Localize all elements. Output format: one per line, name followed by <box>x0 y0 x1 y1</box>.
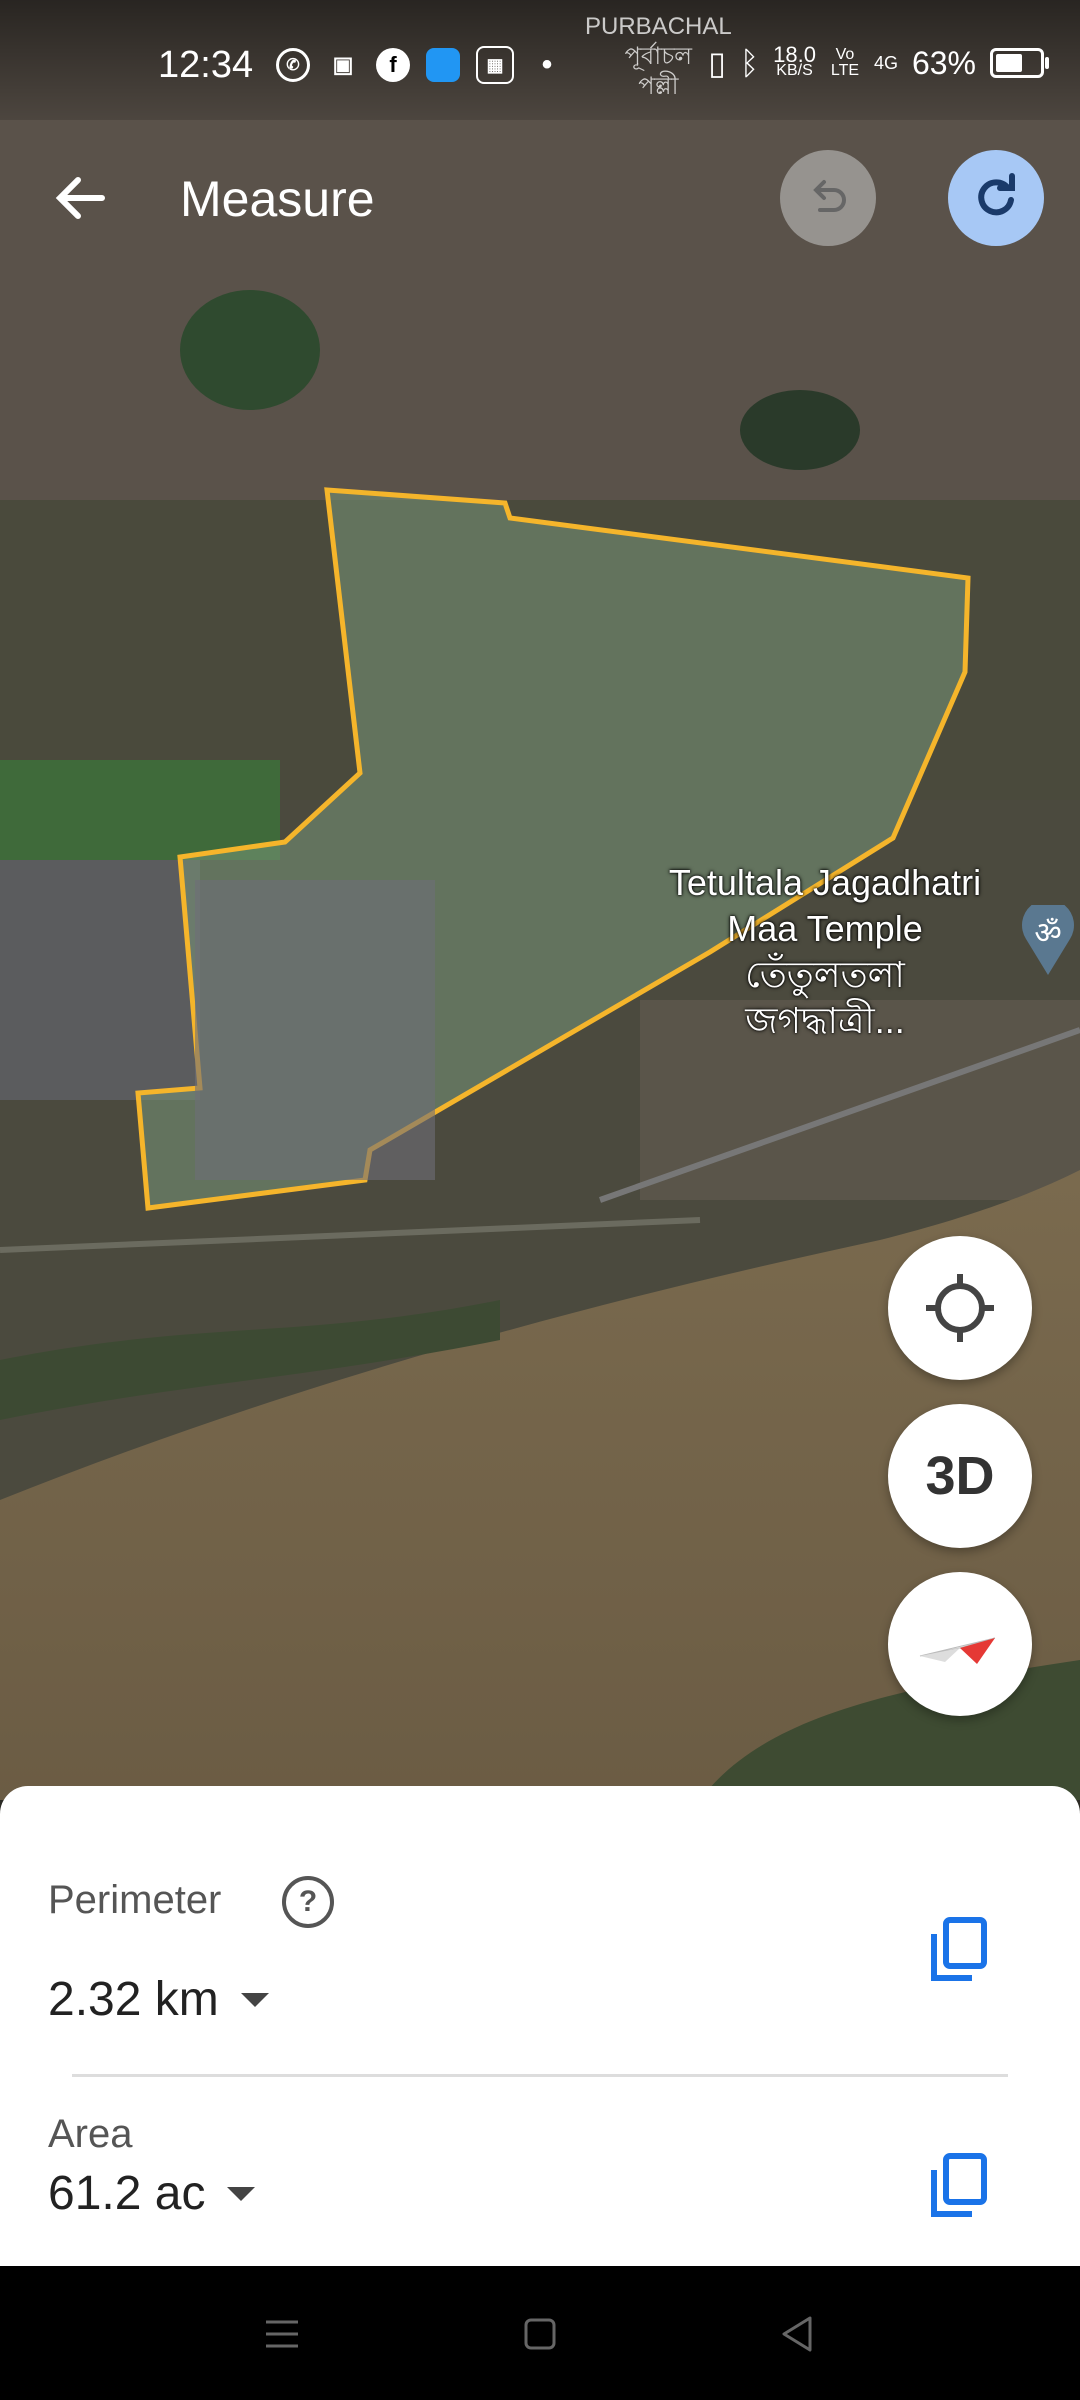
status-time: 12:34 <box>158 44 254 86</box>
battery-icon <box>990 48 1049 78</box>
app-icon <box>426 48 460 82</box>
measure-results-sheet: Perimeter ? 2.32 km Area 61.2 ac <box>0 1786 1080 2266</box>
perimeter-value: 2.32 km <box>48 1973 219 2026</box>
system-nav-bar <box>0 2266 1080 2400</box>
bluetooth-icon: ᛒ <box>739 44 760 81</box>
facebook-icon: f <box>376 48 410 82</box>
copy-perimeter-icon[interactable] <box>928 1916 988 1986</box>
redo-icon <box>978 173 1015 216</box>
copy-area-icon[interactable] <box>928 2152 988 2222</box>
status-bar: 12:34 ✆ ▣ f ▦ • ▯ ᛒ 18.0 KB/S Vo LTE 4G … <box>0 0 1080 120</box>
page-title: Measure <box>180 171 375 227</box>
help-icon[interactable]: ? <box>282 1876 334 1928</box>
area-unit-dropdown[interactable]: 61.2 ac <box>48 2166 256 2221</box>
calculator-icon: ▦ <box>476 46 514 84</box>
notification-icon: ▣ <box>332 52 354 77</box>
signal-icon: 4G <box>873 53 898 73</box>
compass-button[interactable] <box>888 1572 1032 1716</box>
area-label: Area <box>48 2112 133 2156</box>
crosshair-icon <box>926 1274 994 1342</box>
volte-icon: Vo LTE <box>830 46 860 79</box>
chevron-down-icon <box>240 1992 269 2007</box>
chevron-down-icon <box>227 2186 256 2201</box>
undo-icon <box>813 180 846 212</box>
home-icon[interactable] <box>520 2314 560 2354</box>
poi-label[interactable]: Tetultala Jagadhatri Maa Temple তেঁতুলতল… <box>620 860 1030 1044</box>
redo-button[interactable] <box>948 150 1044 246</box>
perimeter-label: Perimeter <box>48 1878 222 1922</box>
whatsapp-icon: ✆ <box>276 48 310 82</box>
my-location-button[interactable] <box>888 1236 1032 1380</box>
dot-icon: • <box>541 48 553 81</box>
undo-button[interactable] <box>780 150 876 246</box>
net-speed: 18.0 KB/S <box>773 42 816 79</box>
menu-icon[interactable] <box>262 2314 302 2354</box>
om-pin-icon[interactable]: ॐ <box>1020 899 1076 977</box>
back-arrow-icon[interactable] <box>52 170 116 234</box>
3d-toggle-button[interactable]: 3D <box>888 1404 1032 1548</box>
area-value: 61.2 ac <box>48 2167 206 2220</box>
battery-percent: 63% <box>911 44 976 81</box>
perimeter-unit-dropdown[interactable]: 2.32 km <box>48 1972 269 2027</box>
measure-toolbar: Measure <box>0 140 1080 260</box>
svg-text:ॐ: ॐ <box>1034 916 1061 951</box>
back-icon[interactable] <box>778 2314 818 2354</box>
divider <box>72 2074 1008 2077</box>
compass-icon <box>919 1637 996 1664</box>
map-place-label: PURBACHAL পূর্বাচল পল্লী <box>585 13 732 100</box>
